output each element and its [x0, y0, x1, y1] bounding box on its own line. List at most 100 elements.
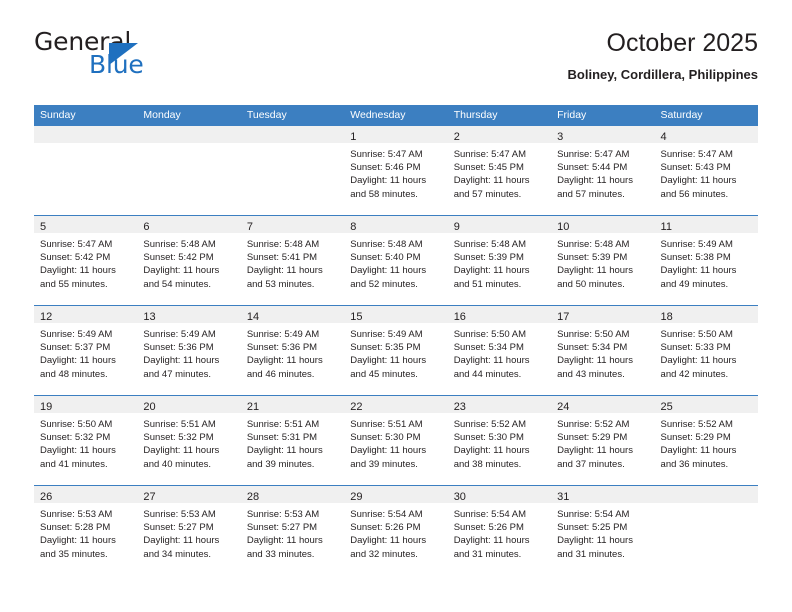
calendar-cell-empty	[137, 126, 241, 216]
day-detail-line: Sunrise: 5:52 AM	[453, 419, 527, 430]
day-number: 5	[40, 221, 47, 233]
day-detail-line: Daylight: 11 hours	[453, 445, 530, 457]
calendar-day-cell[interactable]: 18 Sunrise: 5:50 AM Sunset: 5:33 PM Dayligh…	[654, 305, 758, 396]
day-number-band: 5	[34, 216, 138, 233]
calendar-day-cell[interactable]: 30 Sunrise: 5:54 AM Sunset: 5:26 PM Dayligh…	[447, 485, 552, 575]
day-number-band: 2	[447, 126, 552, 143]
day-detail-line: Daylight: 11 hours	[557, 355, 633, 367]
calendar-day-cell[interactable]: 27 Sunrise: 5:53 AM Sunset: 5:27 PM Dayligh…	[137, 485, 241, 575]
day-detail-line: and 49 minutes.	[660, 278, 729, 290]
day-number: 8	[350, 221, 357, 233]
day-detail-line: Sunset: 5:42 PM	[143, 252, 214, 264]
calendar-day-cell[interactable]: 6 Sunrise: 5:48 AM Sunset: 5:42 PM Daylight…	[137, 215, 241, 306]
calendar-day-cell[interactable]: 8 Sunrise: 5:48 AM Sunset: 5:40 PM Daylight…	[344, 215, 448, 306]
day-number-band: 20	[137, 396, 241, 413]
day-detail-line: Sunset: 5:27 PM	[143, 522, 214, 534]
day-detail-line: Sunrise: 5:53 AM	[246, 509, 320, 520]
calendar-day-cell[interactable]: 23 Sunrise: 5:52 AM Sunset: 5:30 PM Dayligh…	[447, 395, 552, 486]
day-number-band: 10	[551, 216, 655, 233]
day-detail-line: Daylight: 11 hours	[660, 445, 737, 457]
day-detail-line: Sunset: 5:31 PM	[246, 432, 318, 444]
weekday-header-saturday: Saturday	[654, 105, 758, 126]
calendar-day-cell[interactable]: 29 Sunrise: 5:54 AM Sunset: 5:26 PM Dayligh…	[344, 485, 448, 575]
day-detail-line: Daylight: 11 hours	[660, 355, 737, 367]
calendar-day-cell[interactable]: 11 Sunrise: 5:49 AM Sunset: 5:38 PM Dayligh…	[654, 215, 758, 306]
calendar-week-row: 19 Sunrise: 5:50 AM Sunset: 5:32 PM Dayligh…	[34, 395, 758, 486]
calendar-day-cell[interactable]: 13 Sunrise: 5:49 AM Sunset: 5:36 PM Dayligh…	[137, 305, 241, 396]
calendar-day-cell[interactable]: 12 Sunrise: 5:49 AM Sunset: 5:37 PM Dayligh…	[34, 305, 138, 396]
day-number: 14	[246, 311, 260, 323]
calendar-day-cell[interactable]: 3 Sunrise: 5:47 AM Sunset: 5:44 PM Daylight…	[551, 126, 655, 216]
calendar-day-cell[interactable]: 2 Sunrise: 5:47 AM Sunset: 5:45 PM Daylight…	[447, 126, 552, 216]
calendar-day-cell[interactable]: 4 Sunrise: 5:47 AM Sunset: 5:43 PM Daylight…	[654, 126, 758, 216]
day-detail-line: Daylight: 11 hours	[143, 355, 220, 367]
weekday-header-monday: Monday	[137, 105, 241, 126]
day-detail-line: Daylight: 11 hours	[40, 535, 116, 547]
calendar-day-cell[interactable]: 31 Sunrise: 5:54 AM Sunset: 5:25 PM Dayligh…	[551, 485, 655, 575]
calendar-day-cell[interactable]: 14 Sunrise: 5:49 AM Sunset: 5:36 PM Dayligh…	[240, 305, 345, 396]
day-detail-line: Daylight: 11 hours	[246, 355, 323, 367]
day-detail-line: Sunset: 5:26 PM	[350, 522, 421, 534]
day-detail-line: Sunrise: 5:51 AM	[246, 419, 320, 430]
day-detail-line: Daylight: 11 hours	[246, 265, 323, 277]
day-details: Sunrise: 5:54 AM Sunset: 5:26 PM Daylight:…	[344, 503, 447, 561]
calendar-day-cell[interactable]: 21 Sunrise: 5:51 AM Sunset: 5:31 PM Dayligh…	[240, 395, 345, 486]
day-detail-line: Sunrise: 5:54 AM	[557, 509, 630, 520]
day-detail-line: and 31 minutes.	[453, 548, 522, 560]
day-number-band	[654, 486, 758, 503]
day-number-band: 19	[34, 396, 138, 413]
calendar-grid: Sunday Monday Tuesday Wednesday Thursday…	[34, 105, 758, 575]
calendar-day-cell[interactable]: 17 Sunrise: 5:50 AM Sunset: 5:34 PM Dayligh…	[551, 305, 655, 396]
calendar-day-cell[interactable]: 19 Sunrise: 5:50 AM Sunset: 5:32 PM Dayligh…	[34, 395, 138, 486]
calendar-day-cell[interactable]: 22 Sunrise: 5:51 AM Sunset: 5:30 PM Dayligh…	[344, 395, 448, 486]
day-detail-line: Sunrise: 5:47 AM	[660, 149, 733, 160]
day-detail-line: Sunset: 5:44 PM	[557, 162, 628, 174]
day-detail-line: Sunrise: 5:49 AM	[40, 329, 113, 340]
day-details: Sunrise: 5:51 AM Sunset: 5:30 PM Daylight:…	[344, 413, 447, 471]
day-detail-line: and 46 minutes.	[246, 368, 315, 380]
day-detail-line: Daylight: 11 hours	[453, 355, 530, 367]
calendar-day-cell[interactable]: 15 Sunrise: 5:49 AM Sunset: 5:35 PM Dayligh…	[344, 305, 448, 396]
day-number: 29	[350, 491, 363, 503]
day-detail-line: Sunrise: 5:48 AM	[246, 239, 320, 250]
day-detail-line: Sunset: 5:38 PM	[660, 252, 731, 264]
calendar-week-row: 1 Sunrise: 5:47 AM Sunset: 5:46 PM Daylight…	[34, 126, 758, 216]
day-details: Sunrise: 5:47 AM Sunset: 5:42 PM Daylight:…	[34, 233, 137, 291]
calendar-day-cell[interactable]: 26 Sunrise: 5:53 AM Sunset: 5:28 PM Dayligh…	[34, 485, 138, 575]
calendar-day-cell[interactable]: 24 Sunrise: 5:52 AM Sunset: 5:29 PM Dayligh…	[551, 395, 655, 486]
day-details: Sunrise: 5:48 AM Sunset: 5:39 PM Daylight:…	[448, 233, 551, 291]
day-number: 17	[557, 311, 570, 323]
day-detail-line: Sunrise: 5:49 AM	[660, 239, 733, 250]
day-number-band: 9	[447, 216, 552, 233]
calendar-day-cell[interactable]: 20 Sunrise: 5:51 AM Sunset: 5:32 PM Dayligh…	[137, 395, 241, 486]
calendar-day-cell[interactable]: 9 Sunrise: 5:48 AM Sunset: 5:39 PM Daylight…	[447, 215, 552, 306]
day-detail-line: and 37 minutes.	[557, 458, 625, 470]
day-number: 11	[660, 221, 672, 233]
day-detail-line: Sunset: 5:32 PM	[40, 432, 111, 444]
day-number: 24	[557, 401, 570, 413]
day-detail-line: Daylight: 11 hours	[350, 175, 427, 187]
calendar-day-cell[interactable]: 5 Sunrise: 5:47 AM Sunset: 5:42 PM Daylight…	[34, 215, 138, 306]
day-details: Sunrise: 5:51 AM Sunset: 5:32 PM Daylight:…	[137, 413, 240, 471]
calendar-day-cell[interactable]: 25 Sunrise: 5:52 AM Sunset: 5:29 PM Dayligh…	[654, 395, 758, 486]
calendar-day-cell[interactable]: 16 Sunrise: 5:50 AM Sunset: 5:34 PM Dayligh…	[447, 305, 552, 396]
day-detail-line: Sunset: 5:37 PM	[40, 342, 111, 354]
day-number-band: 25	[654, 396, 758, 413]
day-detail-line: Sunset: 5:42 PM	[40, 252, 111, 264]
day-number: 3	[557, 131, 564, 143]
day-details: Sunrise: 5:48 AM Sunset: 5:42 PM Daylight:…	[137, 233, 240, 291]
calendar-day-cell[interactable]: 1 Sunrise: 5:47 AM Sunset: 5:46 PM Daylight…	[344, 126, 448, 216]
day-detail-line: Daylight: 11 hours	[350, 265, 427, 277]
day-detail-line: and 48 minutes.	[40, 368, 108, 380]
day-detail-line: Sunrise: 5:47 AM	[40, 239, 113, 250]
day-detail-line: Sunrise: 5:51 AM	[350, 419, 423, 430]
day-detail-line: and 32 minutes.	[350, 548, 418, 560]
day-detail-line: and 31 minutes.	[557, 548, 625, 560]
calendar-day-cell[interactable]: 7 Sunrise: 5:48 AM Sunset: 5:41 PM Daylight…	[240, 215, 345, 306]
calendar-cell-empty	[240, 126, 345, 216]
calendar-day-cell[interactable]: 10 Sunrise: 5:48 AM Sunset: 5:39 PM Dayligh…	[551, 215, 655, 306]
day-detail-line: and 36 minutes.	[660, 458, 729, 470]
day-detail-line: and 43 minutes.	[557, 368, 625, 380]
day-detail-line: Sunrise: 5:49 AM	[350, 329, 423, 340]
calendar-day-cell[interactable]: 28 Sunrise: 5:53 AM Sunset: 5:27 PM Dayligh…	[240, 485, 345, 575]
